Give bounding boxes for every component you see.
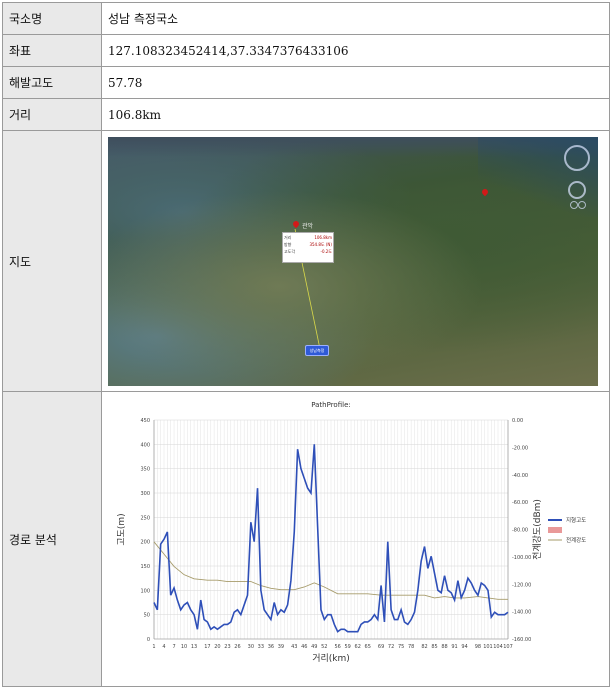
y-left-tick-label: 450 (140, 418, 150, 424)
y-right-tick-label: -140.00 (512, 609, 531, 615)
look-control-icon[interactable] (568, 180, 586, 199)
x-tick-label: 23 (224, 644, 230, 650)
x-tick-label: 1 (152, 644, 155, 650)
y-left-axis-label: 고도(m) (117, 513, 127, 545)
y-left-tick-label: 350 (140, 466, 150, 472)
y-left-tick-label: 100 (140, 588, 150, 594)
chart-cell: PathProfile: 0 50 100 150 200 250 300 350 400 450 0… (101, 391, 610, 687)
satellite-map[interactable]: 관악 거리 106.8km 방향 354.8도 (N) 고도각 -0.2도 성남측정 (108, 136, 598, 386)
x-tick-label: 56 (334, 644, 340, 650)
x-tick-label: 72 (388, 644, 394, 650)
x-tick-label: 104 (493, 644, 503, 650)
x-tick-label: 33 (258, 644, 264, 650)
x-axis-label: 거리(km) (312, 653, 350, 664)
x-tick-label: 26 (234, 644, 240, 650)
distance-label: 거리 (2, 98, 102, 131)
y-left-tick-label: 400 (140, 442, 150, 448)
x-tick-label: 65 (365, 644, 371, 650)
station-marker[interactable]: 성남측정 (305, 344, 329, 356)
x-tick-label: 107 (503, 644, 513, 650)
x-tick-label: 78 (408, 644, 414, 650)
x-tick-label: 13 (191, 644, 197, 650)
x-tick-label: 36 (268, 644, 274, 650)
x-tick-label: 94 (461, 644, 467, 650)
distance-infobox: 거리 106.8km 방향 354.8도 (N) 고도각 -0.2도 (282, 231, 334, 263)
x-tick-label: 62 (355, 644, 361, 650)
x-tick-label: 10 (181, 644, 187, 650)
zoom-out-icon[interactable] (570, 200, 578, 209)
x-tick-label: 88 (441, 644, 447, 650)
x-tick-label: 49 (311, 644, 317, 650)
y-left-tick-label: 250 (140, 515, 150, 521)
y-left-tick-label: 50 (144, 612, 150, 618)
x-tick-label: 52 (321, 644, 327, 650)
zoom-in-icon[interactable] (578, 200, 586, 209)
x-tick-label: 43 (291, 644, 297, 650)
x-tick-label: 85 (431, 644, 437, 650)
chart-svg: PathProfile: 0 50 100 150 200 250 300 350 400 450 0… (117, 401, 586, 664)
y-left-tick-label: 150 (140, 564, 150, 570)
y-right-tick-label: -100.00 (512, 554, 531, 560)
distance-value: 106.8km (101, 98, 610, 131)
y-left-tick-label: 200 (140, 539, 150, 545)
y-right-tick-label: -40.00 (512, 472, 528, 478)
infobox-row: 거리 106.8km (284, 234, 332, 240)
path-label: 경로 분석 (2, 391, 102, 687)
y-right-tick-label: 0.00 (512, 418, 523, 424)
legend-terrain-label: 지형고도 (566, 516, 586, 524)
infobox-row: 방향 354.8도 (N) (284, 241, 332, 247)
station-info-table: 국소명 성남 측정국소 좌표 127.108323452414,37.33473… (2, 2, 610, 687)
y-right-tick-label: -60.00 (512, 500, 528, 506)
x-tick-label: 30 (248, 644, 254, 650)
station-value: 성남 측정국소 (101, 2, 610, 35)
coords-label: 좌표 (2, 34, 102, 67)
x-tick-label: 101 (483, 644, 493, 650)
x-tick-label: 46 (301, 644, 307, 650)
y-left-tick-label: 300 (140, 491, 150, 497)
infobox-row: 고도각 -0.2도 (284, 248, 332, 254)
x-tick-label: 17 (204, 644, 210, 650)
x-tick-label: 20 (214, 644, 220, 650)
x-tick-label: 4 (162, 644, 165, 650)
x-tick-label: 7 (172, 644, 175, 650)
origin-pin-label: 관악 (302, 222, 314, 230)
x-tick-label: 39 (278, 644, 284, 650)
map-overlay (294, 228, 321, 349)
map-label: 지도 (2, 130, 102, 392)
y-right-tick-label: -160.00 (512, 637, 531, 643)
x-tick-label: 75 (398, 644, 404, 650)
x-tick-label: 69 (378, 644, 384, 650)
y-right-tick-label: -120.00 (512, 582, 531, 588)
altitude-label: 해발고도 (2, 66, 102, 99)
x-tick-label: 59 (345, 644, 351, 650)
y-left-tick-label: 0 (147, 637, 150, 643)
path-profile-chart: PathProfile: 0 50 100 150 200 250 300 350 400 450 0… (108, 394, 598, 684)
station-label: 국소명 (2, 2, 102, 35)
chart-title: PathProfile: (311, 401, 351, 409)
legend-box-swatch (548, 526, 562, 533)
x-tick-label: 91 (451, 644, 457, 650)
x-tick-label: 82 (421, 644, 427, 650)
legend-field-label: 전계강도 (566, 536, 586, 544)
altitude-value: 57.78 (101, 66, 610, 99)
coords-value: 127.108323452414,37.3347376433106 (101, 34, 610, 67)
y-right-tick-label: -20.00 (512, 445, 528, 451)
map-cell: 관악 거리 106.8km 방향 354.8도 (N) 고도각 -0.2도 성남측정 (101, 130, 610, 392)
compass-icon[interactable] (564, 144, 590, 171)
y-right-tick-label: -80.00 (512, 527, 528, 533)
y-right-axis-label: 전계강도(dBm) (531, 499, 543, 560)
x-tick-label: 98 (475, 644, 481, 650)
